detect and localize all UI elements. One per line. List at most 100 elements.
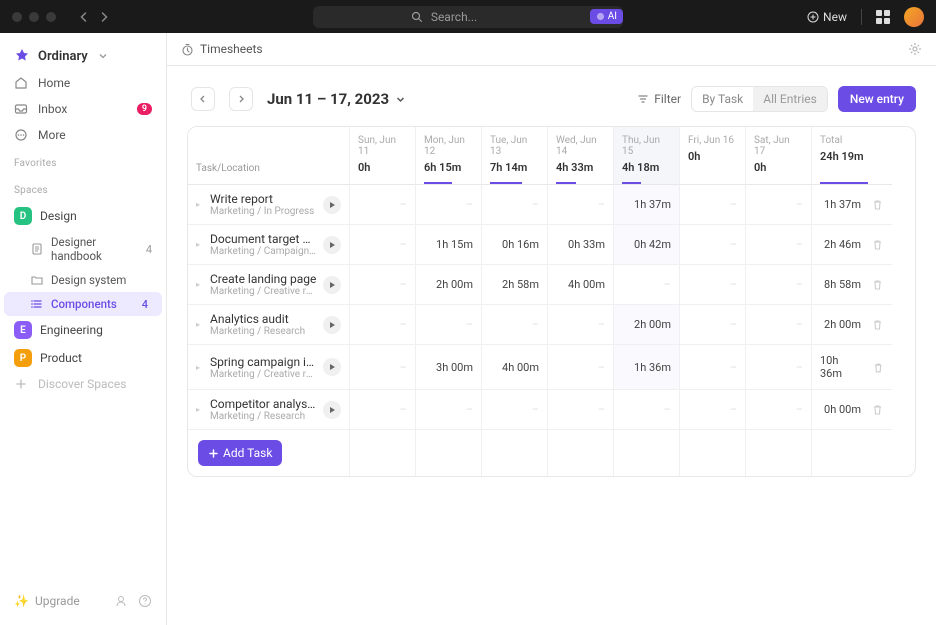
time-cell-empty[interactable]: – <box>680 345 746 390</box>
back-button[interactable] <box>76 9 92 25</box>
empty-cell <box>548 430 614 476</box>
time-cell[interactable]: 1h 36m <box>614 345 680 390</box>
filter-button[interactable]: Filter <box>637 92 681 106</box>
time-cell[interactable]: 1h 37m <box>614 185 680 225</box>
time-cell-empty[interactable]: – <box>350 265 416 305</box>
time-cell-empty[interactable]: – <box>416 305 482 345</box>
time-cell-empty[interactable]: – <box>746 185 812 225</box>
expand-icon[interactable]: ▸ <box>196 405 204 414</box>
time-cell-empty[interactable]: – <box>680 225 746 265</box>
task-title[interactable]: Write report <box>210 192 317 206</box>
search-input[interactable]: Search... <box>313 6 623 28</box>
time-cell-empty[interactable]: – <box>746 390 812 430</box>
next-period-button[interactable] <box>229 87 253 111</box>
user-avatar[interactable] <box>904 7 924 27</box>
time-cell-empty[interactable]: – <box>680 390 746 430</box>
new-button[interactable]: New <box>807 10 847 24</box>
invite-icon[interactable] <box>114 594 128 608</box>
time-cell-empty[interactable]: – <box>548 185 614 225</box>
add-task-button[interactable]: Add Task <box>198 440 282 466</box>
view-by-task[interactable]: By Task <box>692 87 753 111</box>
nav-home[interactable]: Home <box>0 70 166 96</box>
time-cell-empty[interactable]: – <box>680 305 746 345</box>
time-cell-empty[interactable]: – <box>482 390 548 430</box>
time-cell[interactable]: 0h 16m <box>482 225 548 265</box>
space-product[interactable]: PProduct <box>0 344 166 372</box>
space-design[interactable]: DDesign <box>0 202 166 230</box>
time-cell-empty[interactable]: – <box>746 345 812 390</box>
play-button[interactable] <box>323 401 341 419</box>
time-cell-empty[interactable]: – <box>482 185 548 225</box>
expand-icon[interactable]: ▸ <box>196 200 204 209</box>
time-cell-empty[interactable]: – <box>350 390 416 430</box>
new-entry-button[interactable]: New entry <box>838 86 916 112</box>
view-all-entries[interactable]: All Entries <box>753 87 827 111</box>
trash-icon[interactable] <box>871 318 884 331</box>
time-cell[interactable]: 0h 33m <box>548 225 614 265</box>
expand-icon[interactable]: ▸ <box>196 363 204 372</box>
time-cell[interactable]: 0h 42m <box>614 225 680 265</box>
trash-icon[interactable] <box>871 403 884 416</box>
workspace-switcher[interactable]: Ordinary <box>0 42 166 70</box>
time-cell-empty[interactable]: – <box>482 305 548 345</box>
discover-spaces[interactable]: Discover Spaces <box>0 372 166 396</box>
time-cell-empty[interactable]: – <box>680 265 746 305</box>
time-cell[interactable]: 2h 00m <box>416 265 482 305</box>
time-cell-empty[interactable]: – <box>746 225 812 265</box>
time-cell-empty[interactable]: – <box>548 390 614 430</box>
prev-period-button[interactable] <box>191 87 215 111</box>
time-cell-empty[interactable]: – <box>350 225 416 265</box>
time-cell[interactable]: 1h 15m <box>416 225 482 265</box>
sidebar-item-components[interactable]: Components4 <box>4 292 162 316</box>
date-range-picker[interactable]: Jun 11 – 17, 2023 <box>267 90 406 108</box>
space-engineering[interactable]: EEngineering <box>0 316 166 344</box>
trash-icon[interactable] <box>871 278 884 291</box>
play-button[interactable] <box>323 196 341 214</box>
task-title[interactable]: Spring campaign imag... <box>210 355 317 369</box>
task-title[interactable]: Create landing page <box>210 272 317 286</box>
sidebar-item-designer-handbook[interactable]: Designer handbook4 <box>0 230 166 268</box>
play-button[interactable] <box>323 276 341 294</box>
maximize-window[interactable] <box>46 12 56 22</box>
play-button[interactable] <box>323 358 341 376</box>
time-cell[interactable]: 2h 00m <box>614 305 680 345</box>
nav-inbox[interactable]: Inbox9 <box>0 96 166 122</box>
trash-icon[interactable] <box>871 198 884 211</box>
time-cell-empty[interactable]: – <box>614 390 680 430</box>
nav-more[interactable]: More <box>0 122 166 148</box>
time-cell-empty[interactable]: – <box>350 305 416 345</box>
trash-icon[interactable] <box>871 238 884 251</box>
time-cell-empty[interactable]: – <box>680 185 746 225</box>
time-cell-empty[interactable]: – <box>350 345 416 390</box>
expand-icon[interactable]: ▸ <box>196 240 204 249</box>
ai-badge[interactable]: AI <box>590 9 623 24</box>
expand-icon[interactable]: ▸ <box>196 320 204 329</box>
close-window[interactable] <box>12 12 22 22</box>
apps-icon[interactable] <box>876 10 890 24</box>
minimize-window[interactable] <box>29 12 39 22</box>
task-title[interactable]: Analytics audit <box>210 312 317 326</box>
task-title[interactable]: Document target users <box>210 232 317 246</box>
play-button[interactable] <box>323 236 341 254</box>
sidebar-item-design-system[interactable]: Design system <box>0 268 166 292</box>
time-cell[interactable]: 4h 00m <box>482 345 548 390</box>
time-cell[interactable]: 3h 00m <box>416 345 482 390</box>
time-cell-empty[interactable]: – <box>350 185 416 225</box>
time-cell-empty[interactable]: – <box>416 390 482 430</box>
trash-icon[interactable] <box>872 361 885 374</box>
time-cell-empty[interactable]: – <box>548 305 614 345</box>
upgrade-button[interactable]: ✨ Upgrade <box>14 594 80 608</box>
task-title[interactable]: Competitor analysis doc <box>210 397 317 411</box>
help-icon[interactable] <box>138 594 152 608</box>
forward-button[interactable] <box>96 9 112 25</box>
time-cell[interactable]: 4h 00m <box>548 265 614 305</box>
settings-icon[interactable] <box>908 42 922 56</box>
time-cell-empty[interactable]: – <box>614 265 680 305</box>
expand-icon[interactable]: ▸ <box>196 280 204 289</box>
play-button[interactable] <box>323 316 341 334</box>
time-cell-empty[interactable]: – <box>548 345 614 390</box>
time-cell[interactable]: 2h 58m <box>482 265 548 305</box>
time-cell-empty[interactable]: – <box>746 305 812 345</box>
time-cell-empty[interactable]: – <box>746 265 812 305</box>
time-cell-empty[interactable]: – <box>416 185 482 225</box>
